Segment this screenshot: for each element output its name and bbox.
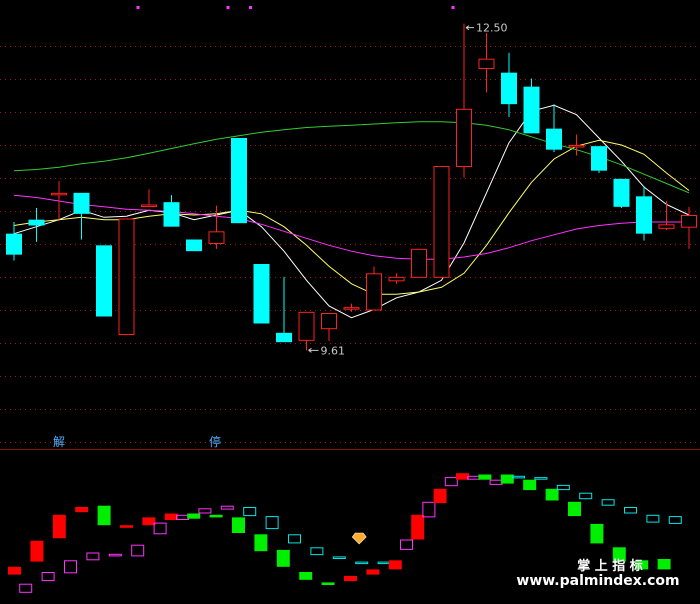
candle-body — [6, 233, 22, 255]
candle-body — [523, 86, 540, 134]
candle-body — [568, 145, 585, 148]
candle — [253, 264, 270, 324]
indicator-bar — [164, 513, 178, 520]
low-price-label: 9.61 — [321, 344, 346, 357]
indicator-bar — [478, 474, 492, 480]
candle-body — [456, 108, 472, 168]
candle-body — [276, 332, 292, 343]
candle-body — [546, 128, 562, 150]
candle-body — [478, 58, 495, 70]
candle-body — [681, 215, 697, 228]
indicator-bar — [433, 488, 447, 504]
candle-body — [186, 239, 202, 252]
indicator-bar — [344, 575, 357, 582]
indicator-bar — [120, 525, 133, 528]
top-tick — [136, 6, 140, 9]
candle-body — [51, 192, 67, 196]
candle-body — [388, 276, 405, 282]
indicator-bar — [30, 540, 44, 562]
indicator-bar — [366, 569, 380, 575]
candle-body — [73, 192, 90, 214]
indicator-bar — [321, 582, 335, 585]
indicator-bar — [411, 514, 425, 540]
candle-body — [253, 264, 270, 324]
indicator-bar — [456, 473, 469, 480]
indicator-bar — [523, 479, 537, 491]
indicator-bar — [568, 501, 581, 517]
top-tick — [226, 6, 230, 9]
indicator-bar — [209, 514, 223, 518]
indicator-bar — [232, 517, 245, 533]
high-price-label: 12.50 — [476, 22, 508, 35]
candle-body — [343, 307, 360, 310]
indicator-bar — [97, 505, 111, 526]
marker-jie: 解 — [53, 435, 65, 449]
candle-body — [96, 245, 112, 317]
candle — [231, 138, 247, 224]
indicator-bar — [276, 549, 290, 567]
candle-body — [591, 146, 607, 171]
candle-body — [636, 196, 652, 234]
indicator-bar — [75, 507, 89, 513]
indicator-bar — [657, 559, 671, 570]
watermark-url: www.palmindex.com — [516, 573, 679, 589]
indicator-bar — [590, 523, 604, 544]
candle — [433, 166, 450, 278]
candle — [411, 248, 427, 278]
indicator-bar — [187, 513, 201, 519]
candle-body — [366, 273, 382, 311]
candle — [186, 239, 202, 252]
candle-body — [501, 72, 517, 105]
candle — [523, 78, 540, 134]
top-tick — [249, 6, 252, 9]
candle-body — [433, 166, 450, 278]
watermark-title: 掌 上 指 标 — [577, 558, 643, 574]
candle — [613, 178, 630, 208]
candle-body — [321, 313, 337, 330]
candle-body — [118, 218, 135, 335]
stock-chart: 12.50 9.61 解 停 掌 上 指 标 www.palmindex.com — [0, 0, 700, 604]
candle — [96, 245, 112, 317]
top-tick — [451, 6, 455, 9]
candle — [118, 218, 135, 335]
indicator-bar — [388, 560, 402, 570]
candle-body — [163, 202, 180, 227]
candle — [591, 146, 607, 173]
candle-body — [208, 231, 225, 244]
candle-body — [298, 311, 315, 341]
indicator-bar — [8, 566, 21, 575]
indicator-bar — [299, 572, 313, 580]
indicator-bar — [545, 488, 559, 501]
candle-body — [141, 204, 157, 207]
indicator-bar — [52, 514, 66, 539]
indicator-bar — [142, 517, 156, 526]
candle-body — [613, 178, 630, 207]
candle-body — [411, 248, 427, 278]
indicator-bar — [500, 474, 514, 484]
candle-body — [231, 138, 247, 224]
marker-ting: 停 — [209, 434, 221, 449]
indicator-bar — [254, 534, 268, 552]
candle-body — [658, 224, 675, 229]
candle-body — [28, 219, 45, 226]
